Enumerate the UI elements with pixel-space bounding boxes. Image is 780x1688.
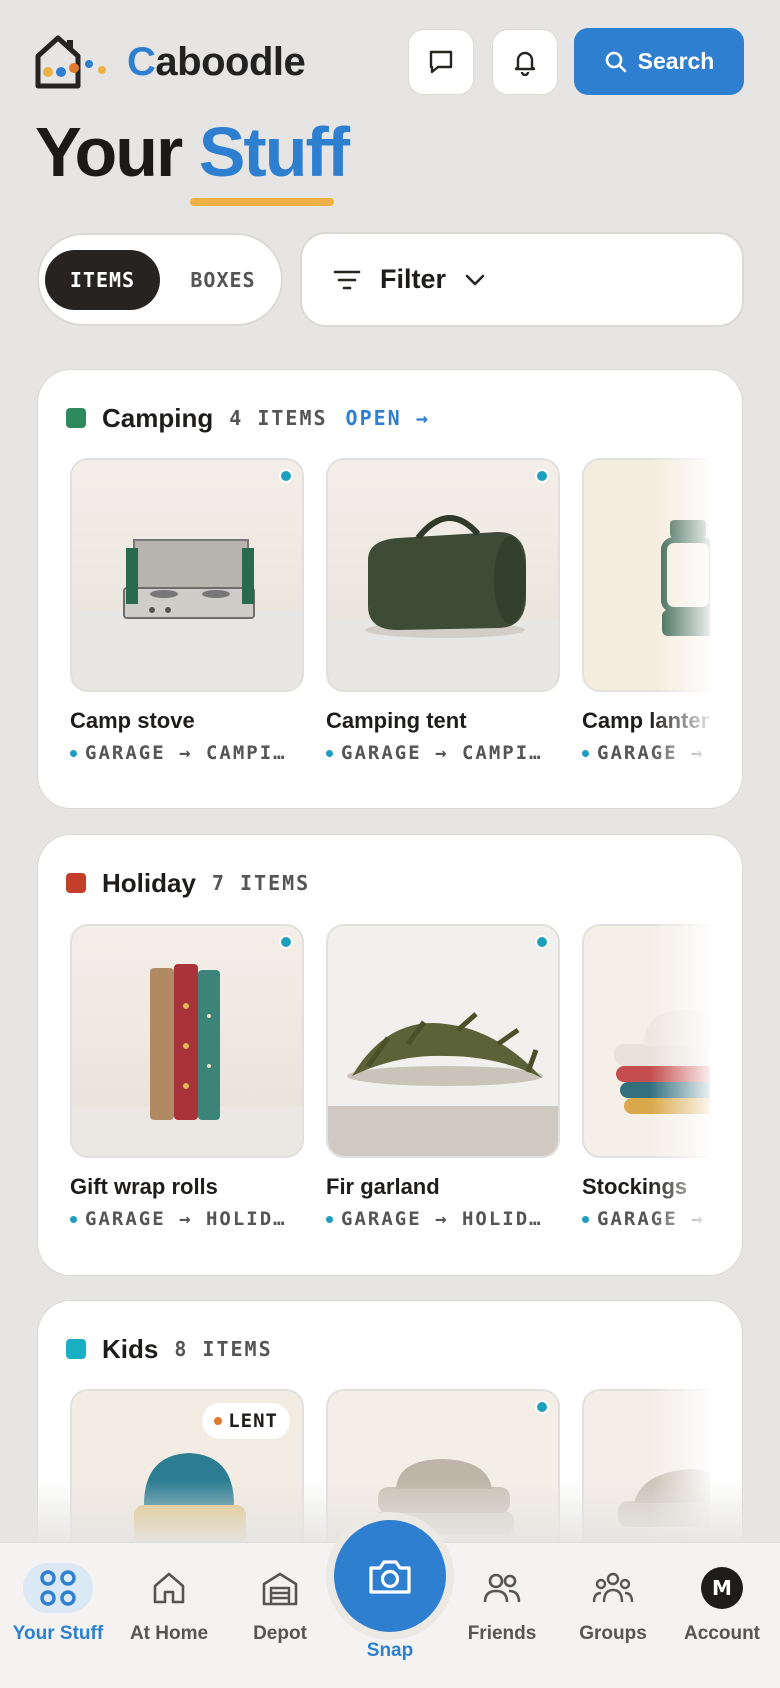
camp-stove-image (72, 539, 302, 690)
category-open-link[interactable]: OPEN → (346, 406, 430, 430)
status-dot (535, 469, 549, 483)
item-location: GARAGE → HOLID… (326, 1208, 562, 1230)
messages-button[interactable] (408, 29, 474, 95)
grid-icon (23, 1563, 93, 1613)
category-count: 4 ITEMS (229, 406, 328, 430)
item-name: Gift wrap rolls (70, 1174, 218, 1199)
category-name: Holiday (102, 867, 196, 898)
item-photo (326, 924, 560, 1158)
gift-wrap-image (72, 964, 302, 1156)
notifications-button[interactable] (492, 29, 558, 95)
status-dot (279, 469, 293, 483)
filter-icon (333, 270, 361, 289)
brand-name: Caboodle (127, 40, 306, 84)
avatar-wrap: M (687, 1563, 757, 1613)
item-name: Camping tent (326, 708, 467, 733)
group-icon (578, 1563, 648, 1613)
item-strip: Camp stove GARAGE → CAMPI… Camping tent … (70, 458, 710, 768)
category-header: Camping 4 ITEMS OPEN → (66, 400, 430, 436)
item-strip: Gift wrap rolls GARAGE → HOLID… Fir garl… (70, 924, 710, 1234)
avatar: M (701, 1567, 743, 1609)
bell-icon (514, 51, 536, 76)
tent-bag-image (328, 515, 558, 690)
category-count: 8 ITEMS (174, 1337, 273, 1361)
tab-label: At Home (129, 1623, 209, 1644)
tab-account[interactable]: M Account (666, 1543, 778, 1688)
search-icon (605, 51, 626, 72)
snap-camera-button[interactable] (334, 1520, 446, 1632)
status-dot (535, 935, 549, 949)
tab-label: Your Stuff (12, 1623, 104, 1644)
garage-icon (245, 1563, 315, 1613)
category-name: Camping (102, 402, 214, 433)
tab-label: Groups (579, 1623, 647, 1644)
toggle-items[interactable]: ITEMS (45, 250, 160, 310)
tab-label: Account (684, 1623, 760, 1644)
tab-label: Friends (467, 1623, 537, 1644)
item-card[interactable]: Fir garland GARAGE → HOLID… (326, 924, 562, 1230)
tab-depot[interactable]: Depot (224, 1543, 336, 1688)
people-icon (467, 1563, 537, 1613)
item-name: Camp stove (70, 708, 195, 733)
app-header: Caboodle Search (0, 0, 780, 120)
chevron-down-icon (465, 274, 485, 285)
view-toggle: ITEMS BOXES (37, 233, 283, 326)
item-card[interactable]: Camping tent GARAGE → CAMPI… (326, 458, 562, 764)
filter-dropdown[interactable]: Filter (300, 232, 744, 327)
tab-groups[interactable]: Groups (557, 1543, 669, 1688)
lent-badge: LENT (202, 1403, 290, 1439)
category-header: Kids 8 ITEMS (66, 1331, 273, 1367)
category-name: Kids (102, 1333, 159, 1364)
category-card-camping: Camping 4 ITEMS OPEN → Camp stove GARAGE (37, 369, 743, 809)
garland-image (328, 926, 558, 1156)
category-color-swatch (66, 873, 86, 893)
category-header: Holiday 7 ITEMS (66, 865, 310, 901)
filter-label: Filter (380, 264, 447, 294)
tab-your-stuff[interactable]: Your Stuff (2, 1543, 114, 1688)
camera-icon (369, 1560, 411, 1594)
item-photo (326, 458, 560, 692)
item-photo (70, 458, 304, 692)
item-location: GARAGE → HOLID… (70, 1208, 306, 1230)
category-color-swatch (66, 1339, 86, 1359)
page-title: Your Stuff (35, 113, 350, 191)
caboodle-logo-icon (35, 35, 106, 89)
home-icon (134, 1563, 204, 1613)
scroll-fade (650, 458, 710, 768)
title-underline (190, 198, 334, 206)
item-card[interactable]: Camp stove GARAGE → CAMPI… (70, 458, 306, 764)
status-dot (535, 1400, 549, 1414)
item-card[interactable]: Gift wrap rolls GARAGE → HOLID… (70, 924, 306, 1230)
category-color-swatch (66, 408, 86, 428)
category-card-holiday: Holiday 7 ITEMS Gift wrap rolls GARAGE →… (37, 834, 743, 1276)
toggle-boxes[interactable]: BOXES (169, 250, 277, 310)
scroll-fade (650, 924, 710, 1234)
search-button[interactable]: Search (574, 28, 744, 95)
tab-at-home[interactable]: At Home (113, 1543, 225, 1688)
category-count: 7 ITEMS (211, 871, 311, 895)
search-label: Search (637, 48, 715, 74)
item-name: Fir garland (326, 1174, 440, 1199)
tab-label: Depot (253, 1623, 307, 1644)
item-photo (70, 924, 304, 1158)
snap-label: Snap (366, 1640, 414, 1661)
status-dot (279, 935, 293, 949)
item-location: GARAGE → CAMPI… (70, 742, 306, 764)
item-location: GARAGE → CAMPI… (326, 742, 562, 764)
tab-friends[interactable]: Friends (446, 1543, 558, 1688)
chat-icon (429, 50, 453, 74)
